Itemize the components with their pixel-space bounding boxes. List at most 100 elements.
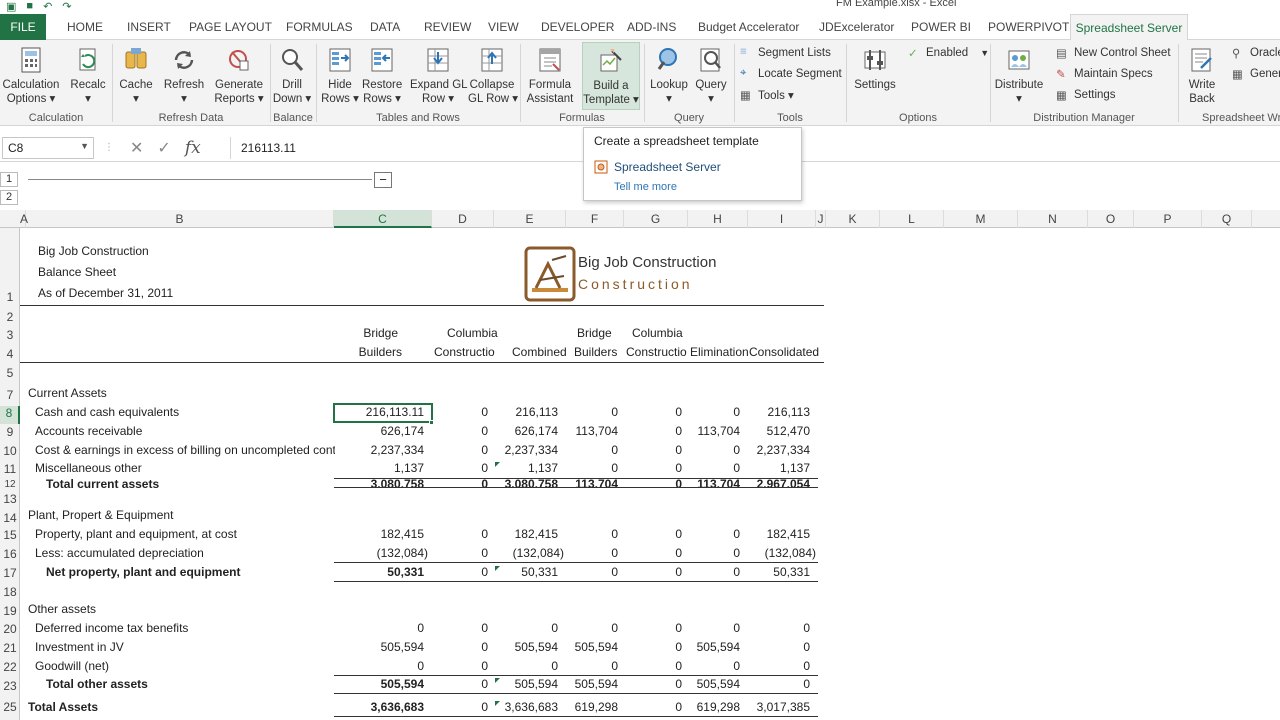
cell-value[interactable]: 182,415 <box>334 527 424 541</box>
cell-value[interactable]: 0 <box>440 443 488 457</box>
column-header-n[interactable]: N <box>1018 210 1088 228</box>
cell-value[interactable]: 0 <box>494 659 558 673</box>
oracle-button[interactable]: ⚲ Oracle <box>1232 46 1280 60</box>
cell-value[interactable]: 0 <box>440 700 488 714</box>
cell-value[interactable]: 2,237,334 <box>746 443 810 457</box>
cell-value[interactable]: 0 <box>746 640 810 654</box>
cell-value[interactable]: 0 <box>566 443 618 457</box>
tab-powerpivot[interactable]: POWERPIVOT <box>988 14 1069 40</box>
cache-button[interactable]: Cache ▾ <box>116 46 156 106</box>
cell-value[interactable]: 0 <box>626 621 682 635</box>
tab-add-ins[interactable]: ADD-INS <box>627 14 676 40</box>
cell-value[interactable]: 505,594 <box>686 640 740 654</box>
enabled-toggle[interactable]: ✓ Enabled ▼ <box>908 46 989 60</box>
column-header-q[interactable]: Q <box>1202 210 1252 228</box>
cell-value[interactable]: 0 <box>686 659 740 673</box>
cell-value[interactable]: 0 <box>686 621 740 635</box>
cell-value[interactable]: 0 <box>626 659 682 673</box>
row-header-25[interactable]: 25 <box>0 700 20 714</box>
cell-value[interactable]: 0 <box>686 405 740 419</box>
cell-value[interactable]: 50,331 <box>746 565 810 579</box>
cell-value[interactable]: 0 <box>746 621 810 635</box>
column-header-d[interactable]: D <box>432 210 494 228</box>
cell-value[interactable]: 113,704 <box>686 424 741 438</box>
cell-value[interactable]: 0 <box>440 527 488 541</box>
row-header-19[interactable]: 19 <box>0 604 20 618</box>
tab-view[interactable]: VIEW <box>488 14 519 40</box>
build-template-button[interactable]: Build a Template ▾ <box>582 42 640 110</box>
cell-value[interactable]: 113,704 <box>566 424 619 438</box>
cell-value[interactable]: 3,636,683 <box>494 700 558 714</box>
cell-value[interactable]: 1,137 <box>494 461 558 475</box>
row-header-20[interactable]: 20 <box>0 622 20 636</box>
cell-value[interactable]: 0 <box>440 640 488 654</box>
column-header-h[interactable]: H <box>688 210 748 228</box>
dm-settings-button[interactable]: ▦ Settings <box>1056 88 1116 102</box>
redo-icon[interactable]: ↷ <box>62 0 71 13</box>
tab-power-bi[interactable]: POWER BI <box>911 14 971 40</box>
tab-jdexcelerator[interactable]: JDExcelerator <box>819 14 894 40</box>
cell-value[interactable]: (132,084) <box>334 546 428 560</box>
tab-developer[interactable]: DEVELOPER <box>541 14 614 40</box>
cell-value[interactable]: 0 <box>626 424 682 438</box>
generate-button[interactable]: ▦ Gener <box>1232 67 1280 81</box>
segment-lists-button[interactable]: ≡ Segment Lists <box>740 46 831 60</box>
cell-value[interactable]: 0 <box>566 621 618 635</box>
row-header-21[interactable]: 21 <box>0 641 20 655</box>
row-header-8[interactable]: 8 <box>0 406 20 424</box>
column-header-l[interactable]: L <box>880 210 944 228</box>
tell-me-more-link[interactable]: Tell me more <box>614 181 677 193</box>
tab-spreadsheet-server[interactable]: Spreadsheet Server <box>1070 14 1188 41</box>
recalc-button[interactable]: Recalc ▾ <box>68 46 108 106</box>
row-header-10[interactable]: 10 <box>0 444 20 458</box>
cell-value[interactable]: 216,113 <box>494 405 559 419</box>
cell-value[interactable]: 0 <box>686 527 740 541</box>
row-header-1[interactable]: 1 <box>0 290 20 304</box>
column-header-i[interactable]: I <box>748 210 816 228</box>
row-header-5[interactable]: 5 <box>0 366 20 380</box>
lookup-button[interactable]: Lookup ▾ <box>648 46 690 106</box>
hide-rows-button[interactable]: Hide Rows ▾ <box>320 46 360 106</box>
column-header-p[interactable]: P <box>1134 210 1202 228</box>
tab-insert[interactable]: INSERT <box>127 14 171 40</box>
cell-value[interactable]: 0 <box>440 677 488 691</box>
tab-budget-accelerator[interactable]: Budget Accelerator <box>698 14 799 40</box>
cell-value[interactable]: 0 <box>626 443 682 457</box>
cell-value[interactable]: 0 <box>566 565 618 579</box>
cell-value[interactable]: 0 <box>626 461 682 475</box>
row-header-3[interactable]: 3 <box>0 328 20 342</box>
cell-value[interactable]: 1,137 <box>334 461 424 475</box>
enter-icon[interactable]: ✓ <box>157 138 170 158</box>
formula-assistant-button[interactable]: Formula Assistant <box>524 46 576 106</box>
cell-value[interactable]: 0 <box>334 659 424 673</box>
chevron-down-icon[interactable]: ▼ <box>80 141 89 151</box>
cell-value[interactable]: 0 <box>494 621 558 635</box>
cell-value[interactable]: 512,470 <box>746 424 810 438</box>
cell-value[interactable]: 505,594 <box>494 677 558 691</box>
name-box[interactable]: C8 ▼ <box>2 137 94 159</box>
cell-value[interactable]: 0 <box>686 565 740 579</box>
cell-value[interactable]: 0 <box>440 546 488 560</box>
row-header-15[interactable]: 15 <box>0 528 20 542</box>
column-header-m[interactable]: M <box>944 210 1018 228</box>
restore-rows-button[interactable]: Restore Rows ▾ <box>362 46 402 106</box>
cell-value[interactable]: 0 <box>746 659 810 673</box>
cell-value[interactable]: 182,415 <box>746 527 810 541</box>
tab-page-layout[interactable]: PAGE LAYOUT <box>189 14 272 40</box>
write-back-button[interactable]: Write Back <box>1182 46 1222 106</box>
row-header-9[interactable]: 9 <box>0 425 20 439</box>
cell-value[interactable]: (132,084) <box>494 546 564 560</box>
outline-level-1[interactable]: 1 <box>0 172 18 187</box>
cell-value[interactable]: 0 <box>566 405 618 419</box>
tab-formulas[interactable]: FORMULAS <box>286 14 353 40</box>
row-header-13[interactable]: 13 <box>0 492 20 506</box>
column-header-f[interactable]: F <box>566 210 624 228</box>
column-header-o[interactable]: O <box>1088 210 1134 228</box>
cell-value[interactable]: 0 <box>626 700 682 714</box>
cell-value[interactable]: 0 <box>440 405 488 419</box>
row-header-14[interactable]: 14 <box>0 511 20 525</box>
refresh-button[interactable]: Refresh ▾ <box>162 46 206 106</box>
cell-value[interactable]: 0 <box>440 621 488 635</box>
cell-value[interactable]: 619,298 <box>686 700 740 714</box>
cell-value[interactable]: 50,331 <box>494 565 558 579</box>
